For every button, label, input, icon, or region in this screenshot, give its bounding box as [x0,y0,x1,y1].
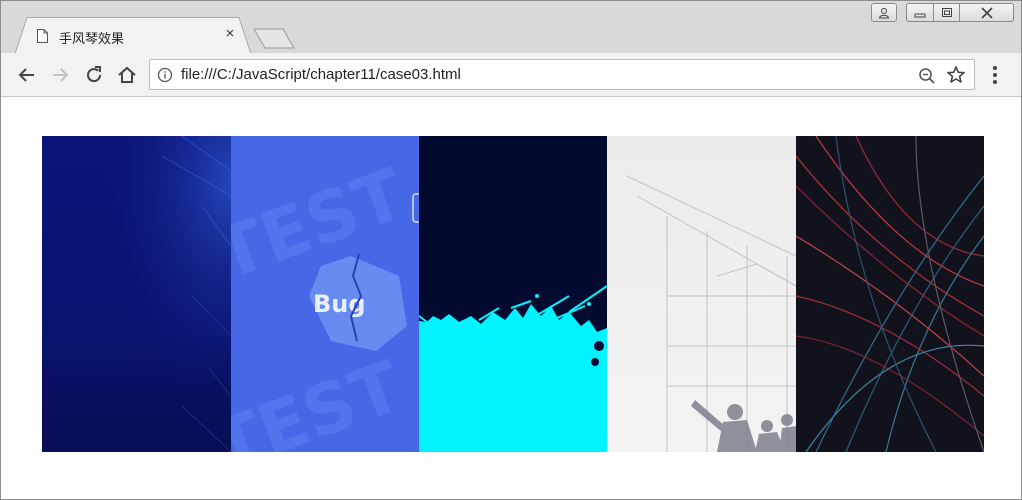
tab-strip: 手风琴效果 × [1,1,1021,54]
browser-window: 手风琴效果 × file:///C:/JavaScript/chapter11/… [0,0,1022,500]
document-icon [37,29,48,43]
forward-arrow-icon[interactable] [48,63,72,87]
home-icon[interactable] [115,63,139,87]
accordion-panel-1[interactable] [42,136,231,452]
window-controls [869,1,1019,23]
menu-dots-icon[interactable] [983,63,1007,87]
user-icon[interactable] [871,3,897,22]
grey-architecture-image [607,136,796,452]
tab-active[interactable]: 手风琴效果 × [15,17,251,54]
tab-title: 手风琴效果 [59,32,125,47]
maximize-icon[interactable] [933,3,960,22]
reload-icon[interactable] [82,63,106,87]
star-icon[interactable] [946,65,966,85]
address-bar[interactable]: file:///C:/JavaScript/chapter11/case03.h… [149,59,975,90]
toolbar: file:///C:/JavaScript/chapter11/case03.h… [1,53,1021,97]
close-icon[interactable] [959,3,1014,22]
zoom-icon[interactable] [918,67,936,85]
accordion-panel-5[interactable] [796,136,984,452]
page-viewport: TEST TEST Bug [2,98,1021,498]
red-lines-abstract [796,136,984,452]
back-arrow-icon[interactable] [15,63,39,87]
bug-test-image: TEST TEST Bug [231,136,419,452]
cyan-splash-image [419,136,607,452]
accordion: TEST TEST Bug [42,136,984,452]
tab-close-button[interactable]: × [223,26,237,41]
info-icon[interactable] [157,67,173,83]
minimize-icon[interactable] [906,3,934,22]
blue-tech-background [42,136,231,452]
new-tab-button[interactable] [253,28,295,49]
accordion-panel-2[interactable]: TEST TEST Bug [231,136,419,452]
url-text[interactable]: file:///C:/JavaScript/chapter11/case03.h… [181,66,461,83]
accordion-panel-4[interactable] [607,136,796,452]
accordion-panel-3[interactable] [419,136,607,452]
